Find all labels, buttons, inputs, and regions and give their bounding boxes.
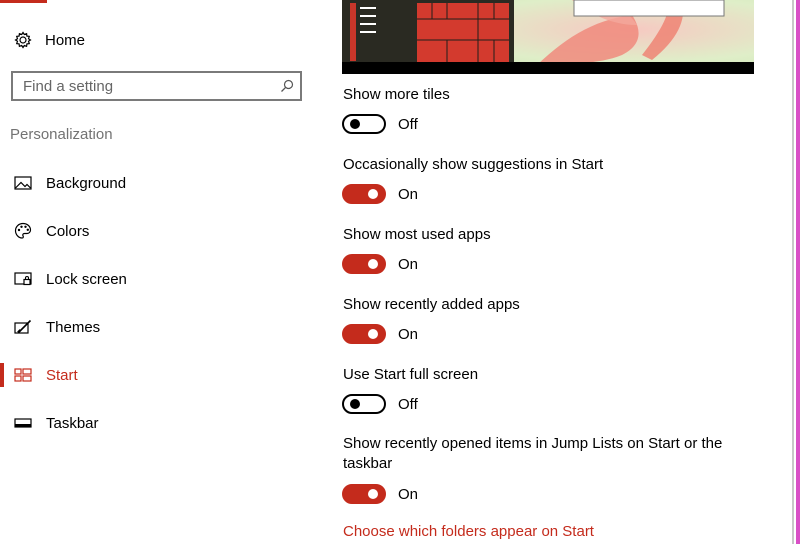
image-icon: [14, 174, 32, 192]
window-edge-stripe: [796, 0, 800, 544]
themes-brush-icon: [14, 318, 32, 336]
toggle-row-jump-lists: On: [342, 483, 418, 505]
setting-label-recently-added-apps: Show recently added apps: [343, 296, 520, 313]
setting-label-most-used-apps: Show most used apps: [343, 226, 491, 243]
toggle-jump-lists[interactable]: [342, 484, 386, 504]
search-icon[interactable]: [280, 79, 294, 93]
sidebar-item-label: Themes: [46, 318, 101, 336]
toggle-knob: [368, 489, 378, 499]
choose-folders-link[interactable]: Choose which folders appear on Start: [343, 523, 594, 540]
toggle-state-label: On: [398, 485, 419, 503]
toggle-knob: [350, 119, 360, 129]
start-tiles-icon: [14, 366, 32, 384]
toggle-state-label: On: [398, 185, 419, 203]
palette-icon: [14, 222, 32, 240]
search-input[interactable]: [13, 77, 273, 95]
toggle-row-show-more-tiles: Off: [342, 113, 418, 135]
setting-label-line: Show recently opened items in Jump Lists…: [343, 435, 723, 452]
active-indicator: [0, 363, 4, 387]
sidebar-item-label: Start: [46, 366, 78, 384]
setting-label-full-screen: Use Start full screen: [343, 366, 479, 383]
home-label: Home: [45, 31, 86, 49]
toggle-row-recently-added-apps: On: [342, 323, 418, 345]
setting-label-jump-lists: Show recently opened items in Jump Lists…: [343, 434, 722, 474]
lock-screen-icon: [14, 270, 32, 288]
toggle-recently-added-apps[interactable]: [342, 324, 386, 344]
sidebar-item-label: Taskbar: [46, 414, 99, 432]
window-border: [792, 0, 794, 544]
setting-label-line: taskbar: [343, 455, 393, 472]
toggle-knob: [368, 259, 378, 269]
sidebar-item-taskbar[interactable]: Taskbar: [0, 408, 300, 438]
gear-icon: [14, 31, 32, 49]
taskbar-icon: [14, 414, 32, 432]
toggle-suggestions[interactable]: [342, 184, 386, 204]
sidebar-item-lock-screen[interactable]: Lock screen: [0, 264, 300, 294]
sidebar-item-start[interactable]: Start: [0, 360, 300, 390]
sidebar-item-label: Lock screen: [46, 270, 127, 288]
sidebar-item-themes[interactable]: Themes: [0, 312, 300, 342]
toggle-knob: [368, 189, 378, 199]
toggle-show-more-tiles[interactable]: [342, 114, 386, 134]
toggle-row-suggestions: On: [342, 183, 418, 205]
toggle-state-label: Off: [398, 115, 418, 133]
sidebar-item-colors[interactable]: Colors: [0, 216, 300, 246]
setting-label-show-more-tiles: Show more tiles: [343, 86, 450, 103]
toggle-state-label: On: [398, 325, 419, 343]
section-title: Personalization: [10, 126, 113, 143]
toggle-state-label: On: [398, 255, 419, 273]
toggle-row-most-used-apps: On: [342, 253, 418, 275]
start-preview-image: [342, 0, 754, 74]
home-nav-item[interactable]: Home: [14, 28, 85, 52]
sidebar-item-label: Background: [46, 174, 127, 192]
toggle-most-used-apps[interactable]: [342, 254, 386, 274]
toggle-row-full-screen: Off: [342, 393, 418, 415]
sidebar-item-label: Colors: [46, 222, 90, 240]
sidebar-item-background[interactable]: Background: [0, 168, 300, 198]
search-box[interactable]: [11, 71, 302, 101]
toggle-full-screen[interactable]: [342, 394, 386, 414]
sidebar: Home Personalization Background: [0, 0, 320, 544]
toggle-knob: [368, 329, 378, 339]
toggle-state-label: Off: [398, 395, 418, 413]
toggle-knob: [350, 399, 360, 409]
setting-label-suggestions: Occasionally show suggestions in Start: [343, 156, 604, 173]
